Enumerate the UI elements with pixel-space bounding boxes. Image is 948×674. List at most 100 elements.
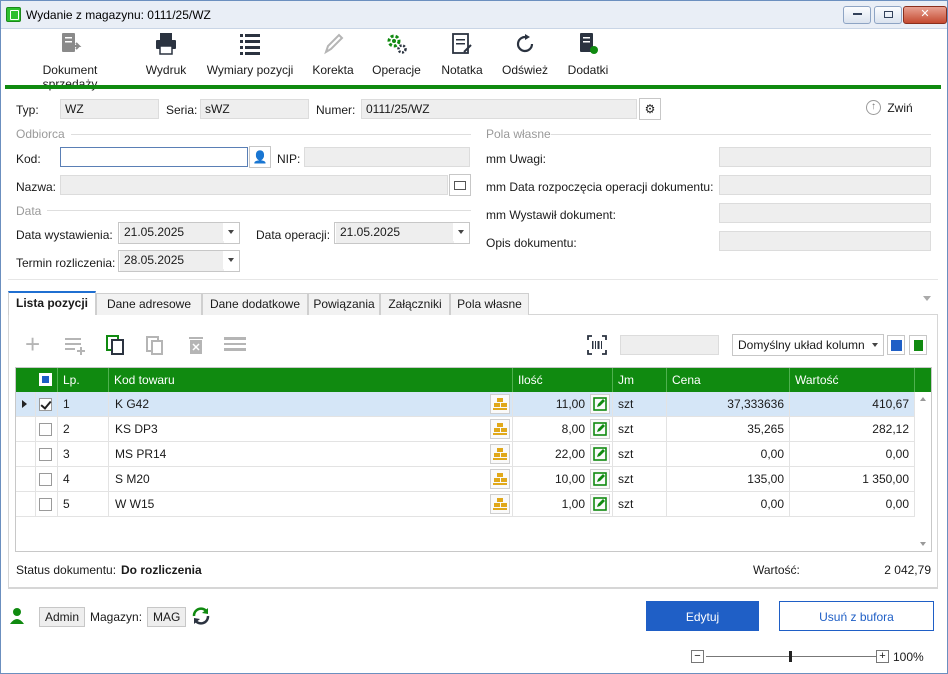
zoom-slider-thumb[interactable]: [789, 651, 792, 662]
column-header-cena[interactable]: Cena: [667, 368, 790, 392]
toolbar-dodatki[interactable]: Dodatki: [563, 31, 613, 77]
cell-lp[interactable]: 2: [58, 417, 109, 442]
add-multiple-button[interactable]: [64, 335, 86, 357]
zoom-in-button[interactable]: +: [876, 650, 889, 663]
barcode-scan-button[interactable]: [586, 334, 608, 356]
typ-field[interactable]: WZ: [60, 99, 159, 119]
stock-lookup-icon[interactable]: [490, 469, 510, 489]
pole-data-rozpoczecia-field[interactable]: [719, 175, 931, 195]
tab-lista-pozycji[interactable]: Lista pozycji: [8, 291, 96, 315]
edit-quantity-icon[interactable]: [590, 394, 610, 414]
tab-zalaczniki[interactable]: Załączniki: [380, 293, 450, 315]
grid-vertical-scrollbar[interactable]: [915, 392, 931, 551]
toolbar-wymiary-pozycji[interactable]: Wymiary pozycji: [204, 31, 296, 77]
row-checkbox[interactable]: [39, 473, 52, 486]
tab-powiazania[interactable]: Powiązania: [308, 293, 380, 315]
table-row[interactable]: 4S M20 10,00 szt 135,00 1 350,00: [16, 467, 915, 492]
stock-lookup-icon[interactable]: [490, 394, 510, 414]
column-header-jm[interactable]: Jm: [613, 368, 667, 392]
cell-cena[interactable]: 135,00: [667, 467, 790, 492]
tab-dane-adresowe[interactable]: Dane adresowe: [96, 293, 202, 315]
sync-icon[interactable]: [190, 605, 212, 627]
copy-button[interactable]: [105, 334, 127, 356]
table-row[interactable]: 1K G42 11,00 szt 37,333636 410,67: [16, 392, 915, 417]
cell-kod[interactable]: MS PR14: [109, 442, 513, 467]
cell-jm[interactable]: szt: [613, 442, 667, 467]
row-checkbox[interactable]: [39, 398, 52, 411]
numer-field[interactable]: 0111/25/WZ: [361, 99, 637, 119]
toolbar-wydruk[interactable]: Wydruk: [141, 31, 191, 77]
toolbar-operacje[interactable]: Operacje: [369, 31, 424, 77]
pole-wystawil-field[interactable]: [719, 203, 931, 223]
delete-row-button[interactable]: [185, 334, 207, 356]
column-header-lp[interactable]: Lp.: [58, 368, 109, 392]
toolbar-odswiez[interactable]: Odśwież: [500, 31, 550, 77]
toolbar-notatka[interactable]: Notatka: [438, 31, 486, 77]
row-checkbox[interactable]: [39, 423, 52, 436]
paste-button[interactable]: [144, 334, 166, 356]
maximize-button[interactable]: [874, 6, 902, 24]
cell-jm[interactable]: szt: [613, 467, 667, 492]
cell-jm[interactable]: szt: [613, 392, 667, 417]
column-header-wartosc[interactable]: Wartość: [790, 368, 915, 392]
nazwa-field[interactable]: [60, 175, 448, 195]
data-operacji-picker[interactable]: 21.05.2025: [334, 222, 470, 244]
cell-lp[interactable]: 5: [58, 492, 109, 517]
split-row-button[interactable]: [223, 334, 247, 356]
cell-lp[interactable]: 4: [58, 467, 109, 492]
cell-jm[interactable]: szt: [613, 417, 667, 442]
cell-wartosc[interactable]: 410,67: [790, 392, 915, 417]
table-row[interactable]: 5W W15 1,00 szt 0,00 0,00: [16, 492, 915, 517]
zoom-slider[interactable]: [706, 651, 876, 662]
tab-pola-wlasne[interactable]: Pola własne: [450, 293, 529, 315]
select-all-checkbox[interactable]: [36, 368, 58, 392]
minimize-button[interactable]: [843, 6, 871, 24]
row-checkbox[interactable]: [39, 448, 52, 461]
cell-kod[interactable]: KS DP3: [109, 417, 513, 442]
close-button[interactable]: ✕: [903, 6, 947, 24]
table-row[interactable]: 3 MS PR14 22,00 szt 0,00 0,00: [16, 442, 915, 467]
remove-from-buffer-button[interactable]: Usuń z bufora: [779, 601, 934, 631]
column-header-kod-towaru[interactable]: Kod towaru: [109, 368, 513, 392]
cell-lp[interactable]: 1: [58, 392, 109, 417]
cell-wartosc[interactable]: 0,00: [790, 442, 915, 467]
nazwa-card-button[interactable]: [449, 174, 471, 196]
cell-jm[interactable]: szt: [613, 492, 667, 517]
grid-search-input[interactable]: [620, 335, 719, 355]
cell-kod[interactable]: W W15: [109, 492, 513, 517]
edit-quantity-icon[interactable]: [590, 494, 610, 514]
stock-lookup-icon[interactable]: [490, 444, 510, 464]
cell-wartosc[interactable]: 0,00: [790, 492, 915, 517]
zoom-out-button[interactable]: −: [691, 650, 704, 663]
toolbar-korekta[interactable]: Korekta: [309, 31, 357, 77]
edit-button[interactable]: Edytuj: [646, 601, 759, 631]
data-wystawienia-picker[interactable]: 21.05.2025: [118, 222, 240, 244]
edit-quantity-icon[interactable]: [590, 419, 610, 439]
cell-cena[interactable]: 37,333636: [667, 392, 790, 417]
edit-quantity-icon[interactable]: [590, 469, 610, 489]
scroll-down-icon[interactable]: [920, 542, 926, 546]
seria-field[interactable]: sWZ: [200, 99, 309, 119]
cell-lp[interactable]: 3: [58, 442, 109, 467]
scroll-up-icon[interactable]: [920, 397, 926, 401]
stock-lookup-icon[interactable]: [490, 419, 510, 439]
numer-settings-button[interactable]: ⚙: [639, 98, 661, 120]
row-checkbox[interactable]: [39, 498, 52, 511]
termin-rozliczenia-picker[interactable]: 28.05.2025: [118, 250, 240, 272]
cell-kod[interactable]: K G42: [109, 392, 513, 417]
kod-field[interactable]: [60, 147, 248, 167]
cell-cena[interactable]: 0,00: [667, 442, 790, 467]
save-layout-button[interactable]: [887, 335, 905, 355]
layout-select[interactable]: Domyślny układ kolumn: [732, 334, 884, 356]
tab-dane-dodatkowe[interactable]: Dane dodatkowe: [202, 293, 308, 315]
collapse-button[interactable]: ↑ Zwiń: [866, 100, 913, 116]
cell-wartosc[interactable]: 1 350,00: [790, 467, 915, 492]
cell-cena[interactable]: 35,265: [667, 417, 790, 442]
add-row-button[interactable]: +: [25, 331, 47, 357]
edit-quantity-icon[interactable]: [590, 444, 610, 464]
cell-cena[interactable]: 0,00: [667, 492, 790, 517]
stock-lookup-icon[interactable]: [490, 494, 510, 514]
delete-layout-button[interactable]: [909, 335, 927, 355]
tabs-overflow-icon[interactable]: [923, 296, 931, 301]
table-row[interactable]: 2 KS DP3 8,00 szt 35,265 282,12: [16, 417, 915, 442]
